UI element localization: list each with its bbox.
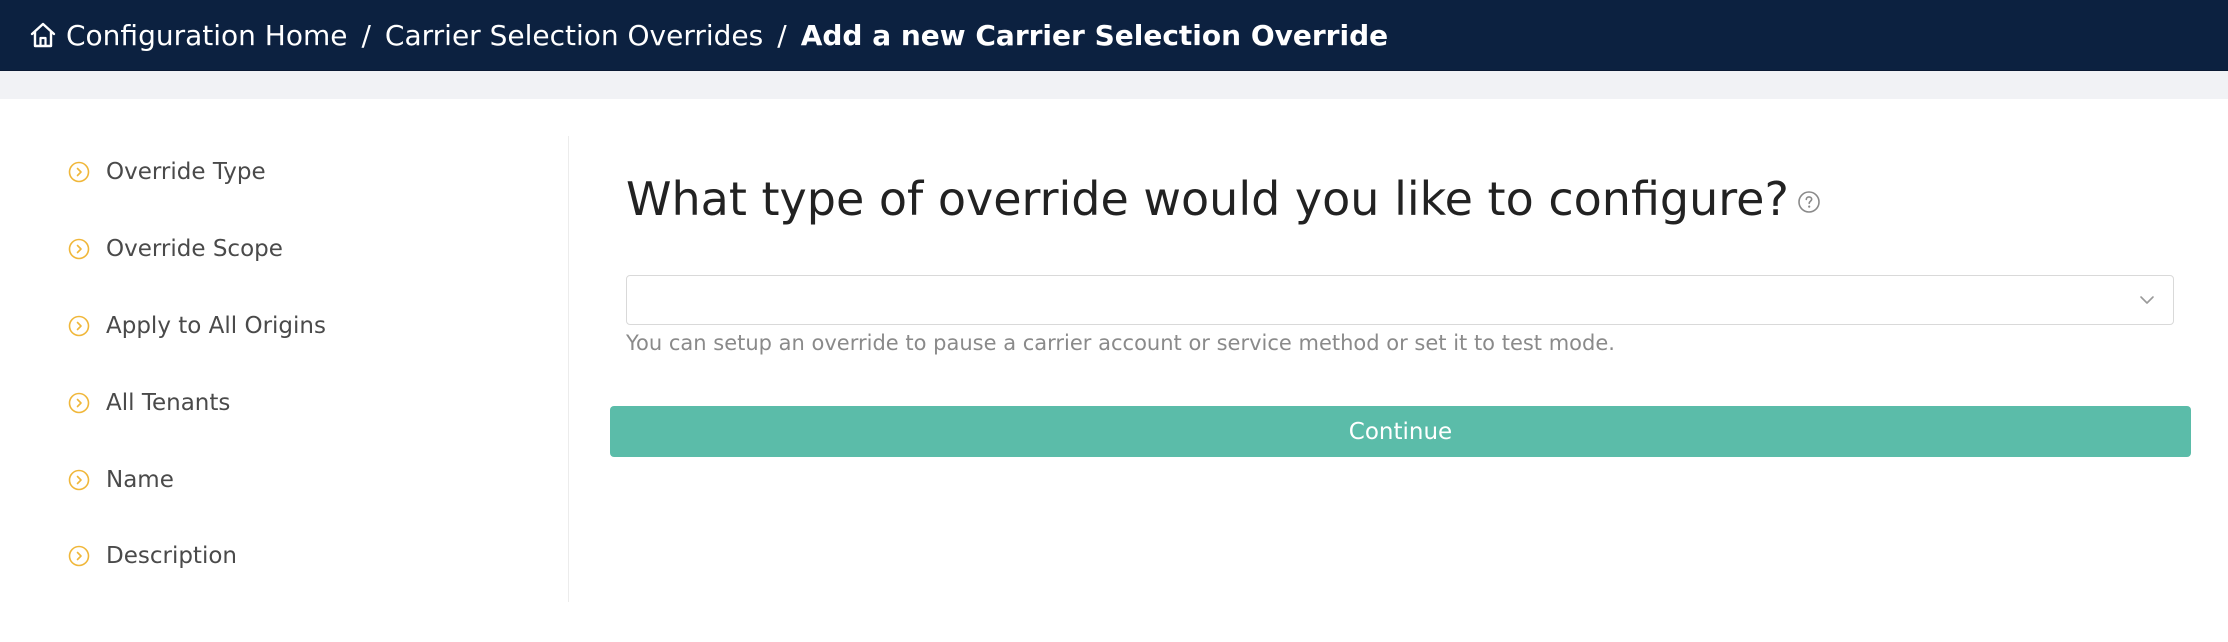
top-navigation-bar: Configuration Home / Carrier Selection O… bbox=[0, 0, 2228, 71]
chevron-down-icon[interactable] bbox=[2137, 290, 2157, 310]
chevron-circle-right-icon bbox=[68, 392, 90, 414]
sidebar-divider bbox=[568, 136, 569, 602]
step-all-tenants[interactable]: All Tenants bbox=[68, 390, 230, 416]
breadcrumb-configuration-home[interactable]: Configuration Home bbox=[66, 19, 347, 52]
chevron-circle-right-icon bbox=[68, 469, 90, 491]
step-description[interactable]: Description bbox=[68, 543, 237, 569]
step-label: Description bbox=[106, 543, 237, 569]
step-label: All Tenants bbox=[106, 390, 231, 416]
chevron-circle-right-icon bbox=[68, 545, 90, 567]
help-icon[interactable] bbox=[1797, 190, 1821, 214]
step-label: Name bbox=[106, 467, 174, 493]
home-icon[interactable] bbox=[28, 20, 58, 50]
question-text: What type of override would you like to … bbox=[626, 172, 1789, 226]
breadcrumb-carrier-selection-overrides[interactable]: Carrier Selection Overrides bbox=[385, 19, 763, 52]
breadcrumb-separator: / bbox=[777, 18, 787, 52]
chevron-circle-right-icon bbox=[68, 161, 90, 183]
step-label: Override Type bbox=[106, 159, 266, 185]
step-apply-to-all-origins[interactable]: Apply to All Origins bbox=[68, 313, 326, 339]
override-type-select[interactable] bbox=[626, 275, 2174, 325]
step-label: Override Scope bbox=[106, 236, 283, 262]
chevron-circle-right-icon bbox=[68, 238, 90, 260]
step-name[interactable]: Name bbox=[68, 467, 174, 493]
breadcrumb-current-page: Add a new Carrier Selection Override bbox=[800, 18, 1389, 52]
question-heading: What type of override would you like to … bbox=[626, 172, 1821, 226]
continue-button[interactable]: Continue bbox=[610, 406, 2191, 457]
breadcrumb-separator: / bbox=[361, 18, 371, 52]
chevron-circle-right-icon bbox=[68, 315, 90, 337]
header-spacer bbox=[0, 71, 2228, 99]
step-label: Apply to All Origins bbox=[106, 313, 326, 339]
override-type-hint: You can setup an override to pause a car… bbox=[626, 331, 1615, 355]
step-override-scope[interactable]: Override Scope bbox=[68, 236, 283, 262]
step-override-type[interactable]: Override Type bbox=[68, 159, 266, 185]
